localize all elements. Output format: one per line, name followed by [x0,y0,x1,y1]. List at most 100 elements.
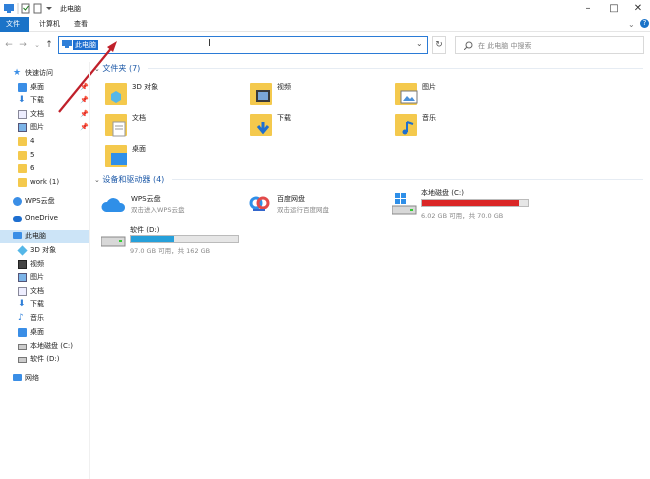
pin-icon: 📌 [80,96,89,104]
drive-icon [18,357,27,363]
folder-tile-documents[interactable]: 文档 [105,112,225,140]
device-tile-baidu-netdisk[interactable]: 百度网盘 双击运行百度网盘 [248,193,378,217]
folder-icon [105,114,127,137]
sidebar-item-downloads[interactable]: ⬇ 下载 📌 [0,94,89,107]
sidebar-quick-access[interactable]: ★ 快速访问 [0,67,89,80]
sidebar-item-pictures-pc[interactable]: 图片 [0,271,89,284]
chevron-down-icon: ⌄ [94,176,100,184]
sidebar-item-videos[interactable]: 视频 [0,258,89,271]
sidebar-this-pc[interactable]: 此电脑 [0,230,89,243]
sidebar-item-folder-4[interactable]: 4 [0,135,89,148]
section-divider [148,68,643,69]
sidebar-item-work[interactable]: work (1) [0,176,89,189]
search-box[interactable]: 在 此电脑 中搜索 [455,36,644,54]
pin-icon: 📌 [80,123,89,131]
drive-c-usage-fill [422,200,519,206]
sidebar-item-folder-6[interactable]: 6 [0,162,89,175]
text-cursor-icon: I [208,38,211,49]
pin-icon: 📌 [80,83,89,91]
cube-icon [17,245,28,256]
document-icon [18,287,27,296]
sidebar-item-documents[interactable]: 文档 📌 [0,108,89,121]
sidebar-item-3d-objects[interactable]: 3D 对象 [0,244,89,257]
drive-icon [18,344,27,350]
folder-icon [18,151,27,160]
sidebar-item-downloads-pc[interactable]: ⬇ 下载 [0,298,89,311]
help-icon[interactable]: ? [640,19,649,28]
desktop-icon [18,83,27,92]
folder-tile-3d-objects[interactable]: 3D 对象 [105,81,225,109]
device-tile-drive-c[interactable]: 本地磁盘 (C:) 6.02 GB 可用，共 70.0 GB [392,187,532,220]
star-icon: ★ [13,68,22,78]
sidebar-item-desktop-pc[interactable]: 桌面 [0,326,89,339]
folder-icon [105,145,127,167]
window-title: 此电脑 [60,5,81,13]
folder-tile-downloads[interactable]: 下载 [250,112,370,140]
sidebar-item-documents-pc[interactable]: 文档 [0,285,89,298]
network-icon [13,374,22,381]
sidebar-item-drive-c[interactable]: 本地磁盘 (C:) [0,340,89,353]
folder-icon [250,83,272,105]
baidu-netdisk-icon [249,196,270,211]
minimize-button[interactable]: – [574,0,602,17]
recent-chevron-icon[interactable]: ⌄ [32,39,42,51]
folder-tile-videos[interactable]: 视频 [250,81,370,109]
sidebar-wps-cloud[interactable]: WPS云盘 [0,195,89,208]
folder-icon [395,83,418,105]
title-bar: 此电脑 – □ ✕ [0,0,650,17]
music-note-icon: ♪ [18,313,24,323]
onedrive-cloud-icon [13,216,22,222]
devices-section-header[interactable]: ⌄ 设备和驱动器 (4) [94,174,164,185]
folder-icon [18,164,27,173]
folder-icon [105,83,127,105]
document-icon [18,110,27,119]
drive-c-usage-bar [421,199,529,207]
tab-file[interactable]: 文件 [0,17,29,32]
this-pc-icon [13,232,22,239]
forward-arrow-icon[interactable]: → [18,39,28,51]
refresh-button[interactable]: ↻ [432,36,446,54]
device-tile-wps-cloud[interactable]: WPS云盘 双击进入WPS云盘 [101,193,231,217]
device-tile-drive-d[interactable]: 软件 (D:) 97.0 GB 可用，共 162 GB [101,224,241,256]
quick-access-toolbar [4,3,52,14]
sidebar-item-desktop[interactable]: 桌面 📌 [0,81,89,94]
drive-icon [101,236,126,247]
search-icon [464,41,473,50]
search-placeholder: 在 此电脑 中搜索 [478,42,532,50]
picture-icon [18,273,27,282]
sidebar-item-pictures[interactable]: 图片 📌 [0,121,89,134]
close-button[interactable]: ✕ [624,0,650,17]
film-icon [18,260,27,269]
section-divider [172,179,643,180]
ribbon-tabs: 文件 计算机 查看 ⌄ ? [0,17,650,32]
up-arrow-icon[interactable]: ↑ [44,39,54,51]
pin-icon: 📌 [80,110,89,118]
drive-d-usage-fill [131,236,174,242]
back-arrow-icon[interactable]: ← [4,39,14,51]
sidebar-onedrive[interactable]: OneDrive [0,212,89,225]
folder-tile-pictures[interactable]: 图片 [395,81,515,109]
drive-d-usage-bar [130,235,239,243]
download-arrow-icon: ⬇ [18,299,26,309]
windows-drive-icon [392,193,417,215]
folder-icon [18,137,27,146]
desktop-icon [18,328,27,337]
wps-cloud-icon [101,198,126,212]
folder-icon [18,178,27,187]
tab-computer[interactable]: 计算机 [33,17,66,32]
tab-view[interactable]: 查看 [68,17,94,32]
address-dropdown-icon[interactable]: ⌄ [416,39,423,48]
sidebar-network[interactable]: 网络 [0,372,89,385]
sidebar-item-folder-5[interactable]: 5 [0,149,89,162]
folders-section-header[interactable]: ⌄ 文件夹 (7) [94,63,140,74]
chevron-down-icon: ⌄ [94,65,100,73]
picture-icon [18,123,27,132]
folder-tile-desktop[interactable]: 桌面 [105,143,225,171]
folder-tile-music[interactable]: 音乐 [395,112,515,140]
chevron-down-icon[interactable]: ⌄ [628,20,635,29]
folder-icon [395,114,417,136]
download-arrow-icon: ⬇ [18,95,26,105]
folder-icon [250,114,272,136]
sidebar-item-drive-d[interactable]: 软件 (D:) [0,353,89,366]
sidebar-item-music[interactable]: ♪ 音乐 [0,312,89,325]
